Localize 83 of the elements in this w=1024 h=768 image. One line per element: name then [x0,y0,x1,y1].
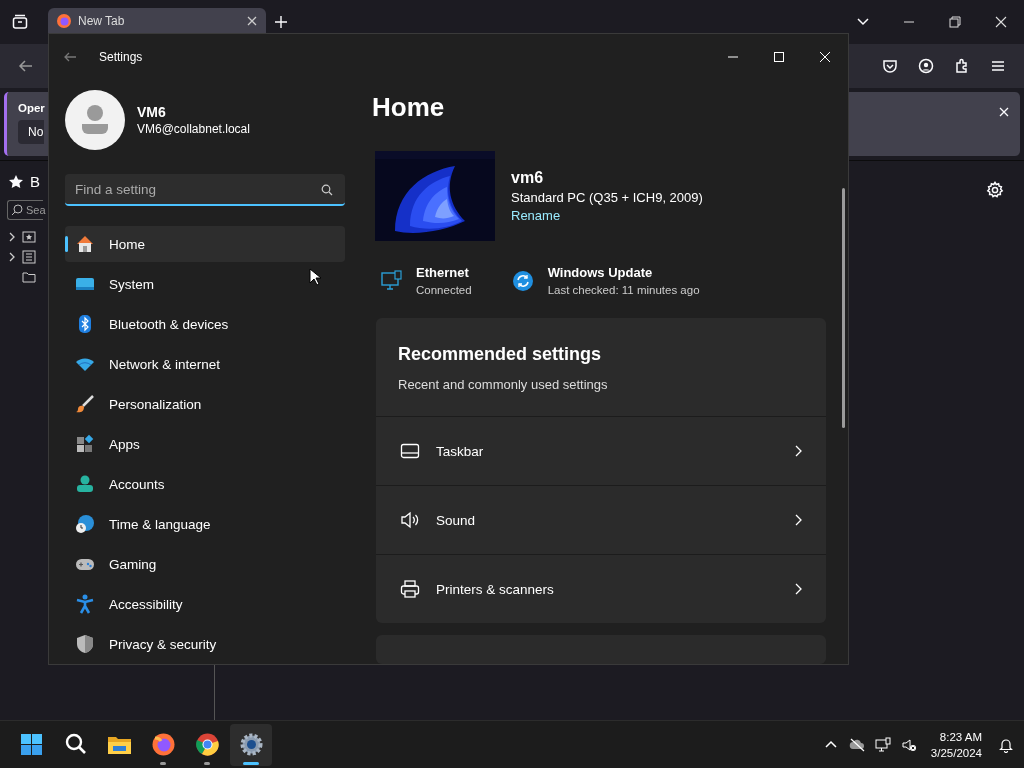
menu-icon[interactable] [990,58,1006,74]
restore-icon[interactable] [948,15,962,29]
browser-logo-icon [150,732,176,757]
speaker-icon [400,510,420,530]
settings-row[interactable]: Printers & scanners [376,555,826,623]
scrollbar[interactable] [842,188,845,428]
device-model: Standard PC (Q35 + ICH9, 2009) [511,190,703,205]
close-icon[interactable] [246,14,258,27]
bell-icon[interactable] [998,736,1014,753]
window-title: Settings [99,50,143,64]
pocket-icon[interactable] [882,58,898,74]
user-name: VM6 [137,104,167,120]
shield-icon [75,634,95,654]
chevron-right-icon [794,583,802,595]
accessibility-icon [75,594,95,614]
nav-item[interactable]: Personalization [65,386,345,422]
apps-icon [75,434,95,454]
monitor-icon[interactable] [874,736,891,753]
search-icon [321,184,333,196]
browser-tab[interactable]: New Tab [48,8,266,33]
person-icon [80,104,110,136]
settings-row[interactable]: Taskbar [376,417,826,486]
rename-link[interactable]: Rename [511,208,703,223]
sync-icon [511,269,534,292]
nav-item[interactable]: Privacy & security [65,626,345,662]
cloud-off-icon[interactable] [848,736,865,753]
search-icon [11,204,23,216]
new-tab-icon[interactable] [274,15,288,29]
tab-title: New Tab [78,13,126,28]
clock-date: 3/25/2024 [930,745,982,761]
clock[interactable]: 8:23 AM 3/25/2024 [930,728,982,761]
account-icon[interactable] [918,58,934,74]
nav-item[interactable]: Home [65,226,345,262]
chevron-right-icon [794,514,802,526]
monitor-icon [380,269,402,292]
nav-item[interactable]: Time & language [65,506,345,542]
speaker-muted-icon[interactable] [900,736,917,753]
search-field[interactable]: Find a setting [65,174,345,206]
maximize-icon[interactable] [773,51,785,63]
star-folder-icon [22,230,36,244]
nav-item[interactable]: Network & internet [65,346,345,382]
nav-item[interactable]: System [65,266,345,302]
folder-icon [22,270,36,284]
brush-icon [75,394,95,414]
start-icon [18,732,44,757]
printer-icon [400,579,420,599]
settings-icon[interactable] [986,181,1004,199]
status-title: Windows Update [547,265,654,280]
tab-list-icon[interactable] [12,14,28,30]
clock-time: 8:23 AM [939,729,982,745]
taskbar-icon [400,441,420,461]
device-name: vm6 [511,169,545,187]
status-title: Ethernet [416,265,470,280]
house-icon [75,234,95,254]
user-email: VM6@collabnet.local [137,122,250,136]
nav-item[interactable]: Bluetooth & devices [65,306,345,342]
chrome-logo-icon [194,732,220,757]
nav-item[interactable]: Accessibility [65,586,345,622]
settings-row[interactable]: Sound [376,486,826,555]
status-detail: Connected [416,284,472,296]
page-title: Home [372,92,446,123]
notification-button[interactable]: No [18,120,44,144]
taskbar-button[interactable] [230,723,272,766]
chevron-right-icon [794,445,802,457]
cursor-icon [309,268,321,286]
star-icon [8,173,24,190]
status-detail: Last checked: 11 minutes ago [547,284,700,296]
gear-icon [238,732,264,757]
notification-title: Oper [18,102,45,114]
list-icon [22,250,36,264]
card-subtitle: Recent and commonly used settings [398,377,609,392]
close-icon[interactable] [994,15,1008,29]
nav-item[interactable]: Accounts [65,466,345,502]
globe-clock-icon [75,514,95,534]
back-icon[interactable] [18,58,34,74]
sidebar-title: B [30,173,40,190]
person-icon [75,474,95,494]
browser-logo-icon [56,12,72,29]
puzzle-icon[interactable] [954,58,970,74]
nav-item[interactable]: Gaming [65,546,345,582]
back-icon[interactable] [63,50,77,64]
nav-item[interactable]: Apps [65,426,345,462]
card-title: Recommended settings [398,344,603,365]
